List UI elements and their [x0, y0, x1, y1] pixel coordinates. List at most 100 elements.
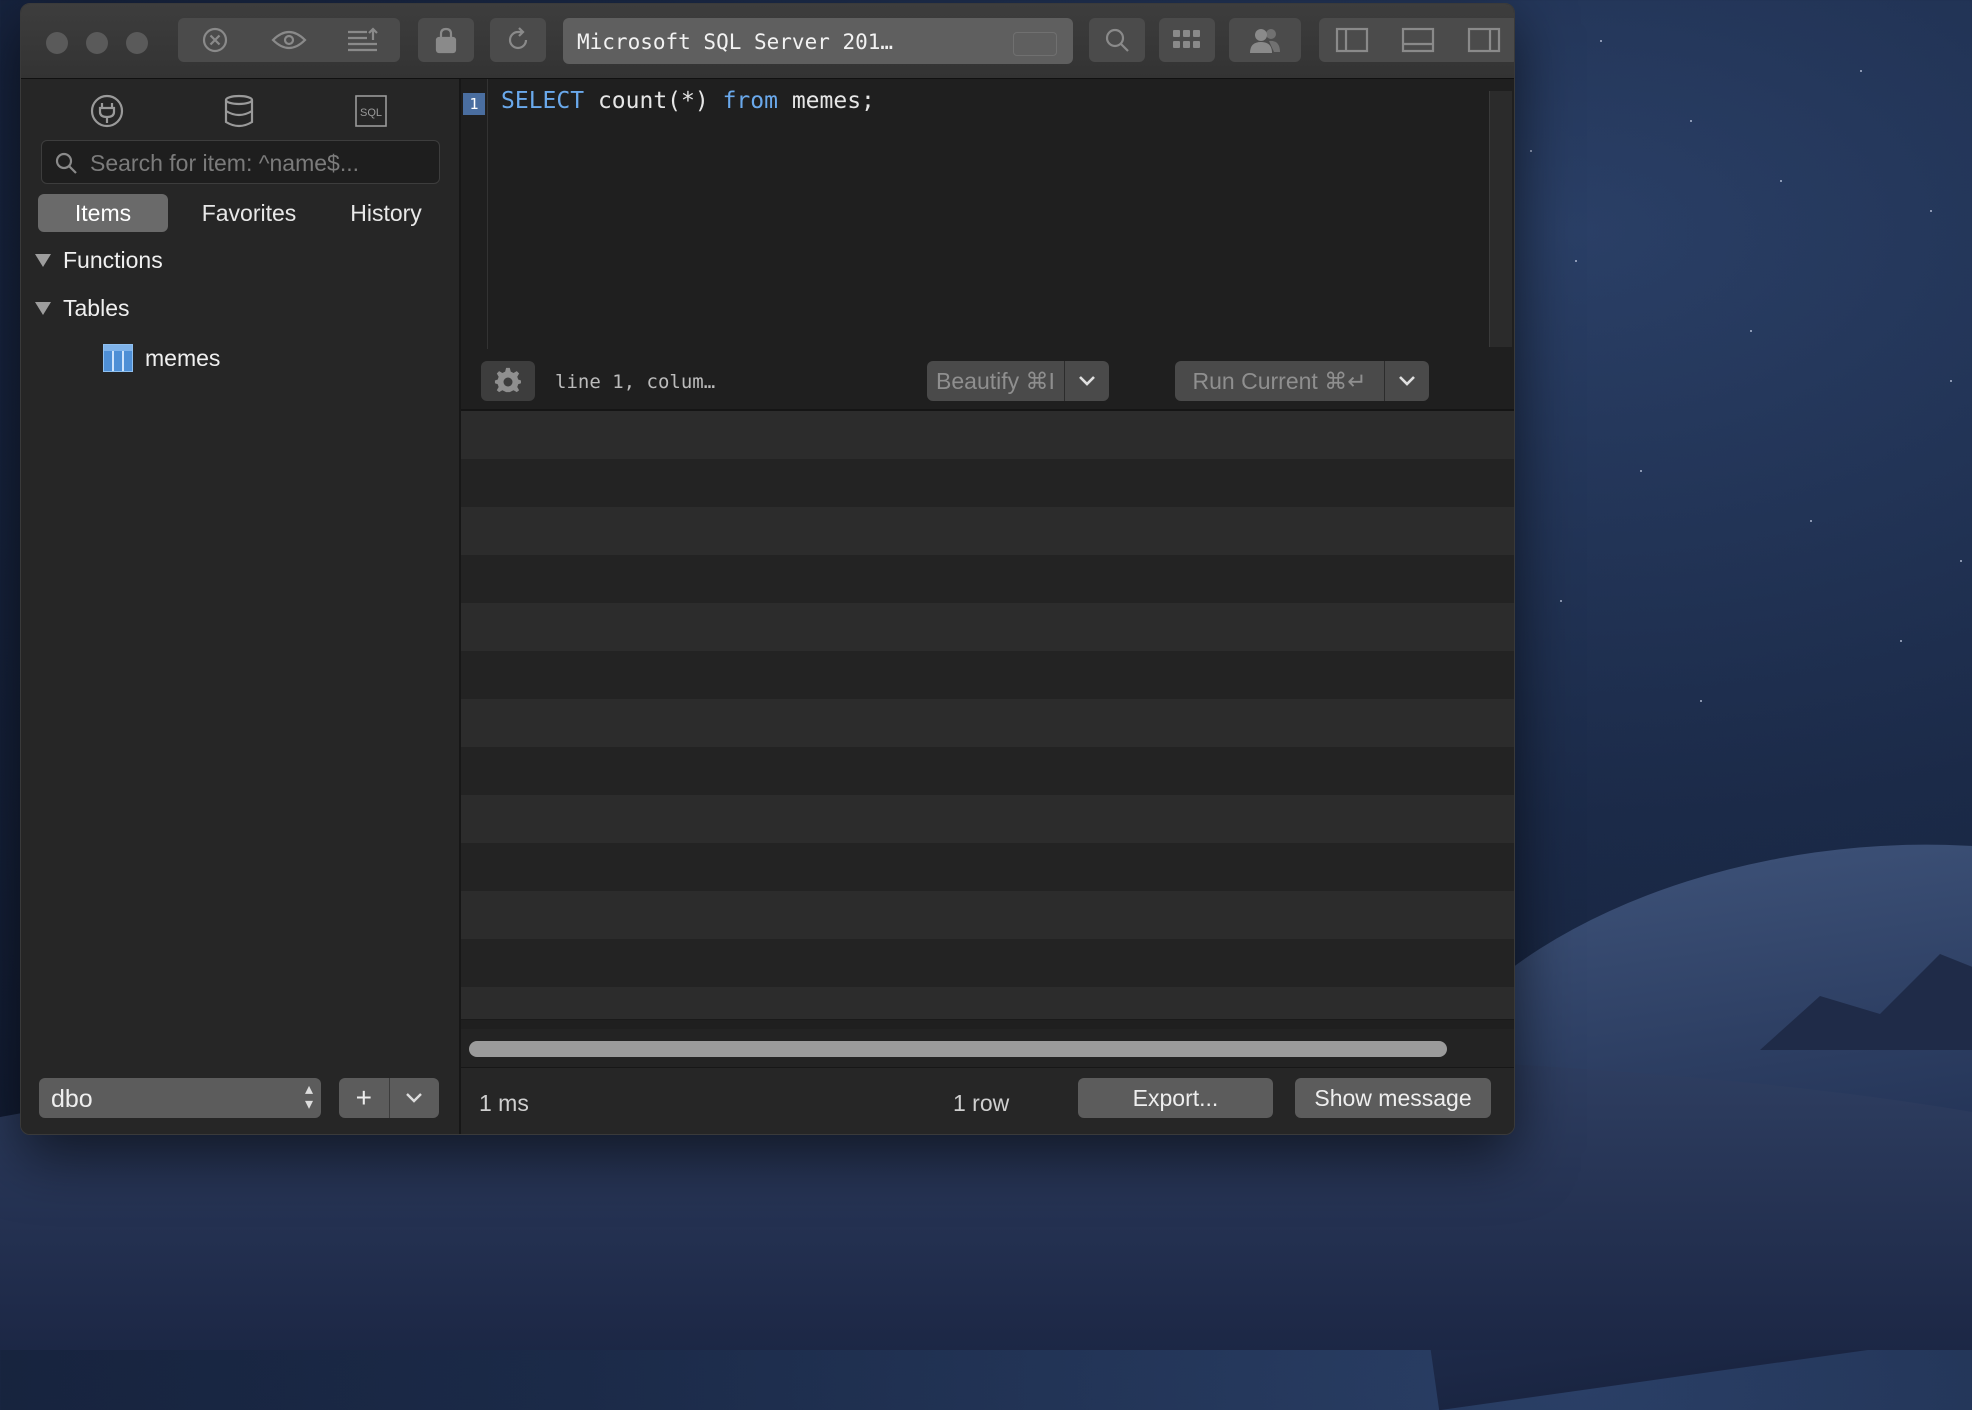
search-button[interactable] — [1089, 18, 1145, 62]
results-footer: 1 ms 1 row Export... Show message — [461, 1067, 1514, 1134]
database-button[interactable] — [219, 91, 259, 131]
sidebar-search-input[interactable] — [88, 141, 432, 185]
table-row — [461, 987, 1514, 1020]
results-horizontal-scrollbar[interactable] — [469, 1041, 1447, 1057]
keyboard-icon — [1013, 32, 1057, 56]
run-current-button[interactable]: Run Current ⌘↵ — [1175, 361, 1385, 401]
add-options-dropdown[interactable] — [390, 1078, 440, 1118]
commit-button[interactable] — [326, 18, 400, 62]
lock-button[interactable] — [418, 18, 474, 62]
schema-value: dbo — [51, 1085, 93, 1113]
table-row — [461, 891, 1514, 940]
plug-icon — [90, 94, 124, 128]
search-icon — [1105, 28, 1129, 52]
layout-toggle-group — [1319, 18, 1514, 62]
table-row — [461, 795, 1514, 844]
search-icon — [55, 152, 77, 174]
toolbar: Microsoft SQL Server 201… — [21, 4, 1514, 79]
panel-bottom-icon — [1401, 27, 1435, 53]
close-window-button[interactable] — [46, 32, 68, 54]
chevron-down-icon — [406, 1093, 423, 1103]
tab-items[interactable]: Items — [38, 194, 168, 232]
refresh-icon — [508, 27, 528, 50]
editor-status-bar: line 1, colum… Beautify ⌘I Run Current ⌘… — [461, 349, 1514, 409]
tree-item-label: memes — [145, 344, 221, 371]
users-button[interactable] — [1229, 18, 1301, 62]
tab-history[interactable]: History — [331, 194, 441, 232]
sidebar: SQL Items Favorites History Functions Ta… — [21, 79, 461, 1134]
sql-query-button[interactable]: SQL — [351, 91, 391, 131]
tree-group-label: Tables — [63, 295, 130, 321]
beautify-control: Beautify ⌘I — [927, 361, 1109, 401]
line-number: 1 — [463, 93, 485, 115]
sidebar-right-icon — [1467, 27, 1501, 53]
tree-group-tables[interactable]: Tables — [35, 295, 129, 322]
sql-editor[interactable]: 1 SELECT count(*) from memes; line 1, co… — [461, 79, 1514, 409]
zoom-window-button[interactable] — [126, 32, 148, 54]
table-row — [461, 939, 1514, 988]
up-down-chevron-icon: ▴ ▾ — [304, 1081, 313, 1113]
beautify-options-dropdown[interactable] — [1065, 361, 1109, 401]
disclosure-triangle-icon — [35, 254, 51, 267]
table-row — [461, 699, 1514, 748]
editor-scrollbar[interactable] — [1489, 91, 1512, 347]
results-grid[interactable] — [461, 409, 1514, 1029]
keyword-from: from — [722, 88, 778, 114]
code-line[interactable]: SELECT count(*) from memes; — [501, 88, 875, 114]
tree-item-table-memes[interactable]: memes — [103, 344, 220, 372]
gear-icon — [494, 367, 521, 393]
refresh-button[interactable] — [490, 18, 546, 62]
disclosure-triangle-icon — [35, 302, 51, 315]
code-text: memes; — [777, 88, 875, 114]
connection-title: Microsoft SQL Server 201… — [577, 30, 894, 54]
schema-selector[interactable]: dbo ▴ ▾ — [39, 1078, 321, 1118]
svg-text:SQL: SQL — [360, 107, 382, 119]
eye-icon — [271, 30, 307, 50]
row-count: 1 row — [953, 1090, 1010, 1116]
sql-file-icon: SQL — [355, 95, 387, 127]
tree-group-functions[interactable]: Functions — [35, 247, 163, 274]
show-message-button[interactable]: Show message — [1295, 1078, 1491, 1118]
app-window: Microsoft SQL Server 201… SQL Search for… — [20, 3, 1515, 1135]
line-gutter: 1 — [461, 79, 488, 349]
lock-icon — [435, 27, 457, 54]
keyword-select: SELECT — [501, 88, 585, 114]
query-tools-group — [178, 18, 400, 62]
toggle-sidebar-button[interactable] — [1319, 18, 1385, 62]
toggle-right-panel-button[interactable] — [1451, 18, 1514, 62]
table-row — [461, 843, 1514, 892]
stop-button[interactable] — [178, 18, 252, 62]
grid-icon — [1173, 30, 1200, 48]
run-options-dropdown[interactable] — [1385, 361, 1429, 401]
list-upload-icon — [348, 27, 378, 52]
table-row — [461, 459, 1514, 508]
add-button[interactable]: + — [339, 1078, 390, 1118]
sidebar-left-icon — [1335, 27, 1369, 53]
query-duration: 1 ms — [479, 1090, 529, 1116]
table-row — [461, 555, 1514, 604]
add-item-group: + — [339, 1078, 439, 1118]
connection-plug-button[interactable] — [87, 91, 127, 131]
connection-address-bar[interactable]: Microsoft SQL Server 201… — [563, 18, 1073, 64]
toggle-bottom-panel-button[interactable] — [1385, 18, 1451, 62]
table-row — [461, 651, 1514, 700]
table-row — [461, 603, 1514, 652]
grid-view-button[interactable] — [1159, 18, 1215, 62]
beautify-button[interactable]: Beautify ⌘I — [927, 361, 1065, 401]
table-row — [461, 747, 1514, 796]
table-icon — [103, 344, 133, 372]
cursor-position-status: line 1, colum… — [555, 371, 716, 393]
chevron-down-icon — [1399, 376, 1415, 386]
preview-button[interactable] — [252, 18, 326, 62]
chevron-down-icon — [1079, 376, 1095, 386]
editor-settings-button[interactable] — [481, 361, 535, 401]
run-control: Run Current ⌘↵ — [1175, 361, 1429, 401]
tab-favorites[interactable]: Favorites — [189, 194, 309, 232]
minimize-window-button[interactable] — [86, 32, 108, 54]
table-row[interactable] — [461, 411, 1514, 460]
sidebar-search — [41, 140, 440, 185]
tree-group-label: Functions — [63, 247, 163, 273]
stop-icon — [202, 27, 228, 53]
export-button[interactable]: Export... — [1078, 1078, 1273, 1118]
database-icon — [224, 94, 254, 128]
